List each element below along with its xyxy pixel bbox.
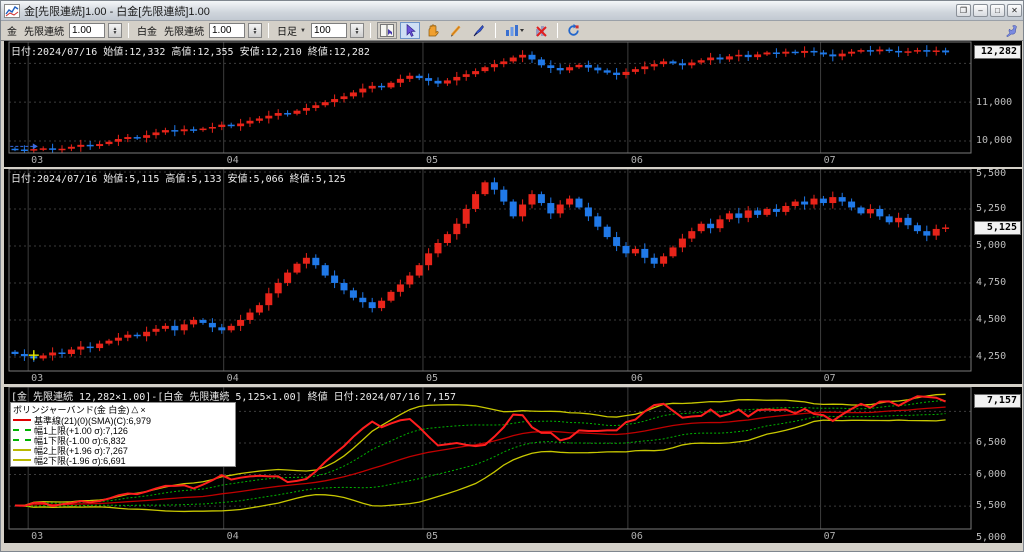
x-axis-label: 06 <box>630 155 643 166</box>
select-tool-button[interactable] <box>399 22 420 39</box>
platinum-current-price-box: 5,125 <box>974 221 1021 235</box>
legend-item: 幅2下限(-1.96 σ):6,691 <box>13 455 233 466</box>
x-axis-label: 04 <box>226 531 239 542</box>
sma-line-sample <box>13 419 31 421</box>
y-axis-label: 10,000 <box>976 135 1013 146</box>
x-axis-label: 07 <box>823 531 836 542</box>
chart-cursor-tool-button[interactable] <box>376 22 397 39</box>
platinum-chart-plot[interactable] <box>9 169 971 371</box>
x-axis-label: 03 <box>31 373 44 384</box>
legend-item-label: 幅2下限(-1.96 σ):6,691 <box>34 455 126 466</box>
x-axis-label: 05 <box>425 373 438 384</box>
platinum-multiplier-spinner[interactable]: ▲ ▼ <box>248 23 262 38</box>
y-axis-label: 5,500 <box>976 500 1007 511</box>
y-axis-label: 6,000 <box>976 469 1007 480</box>
pencil-icon <box>451 25 461 37</box>
pan-tool-button[interactable] <box>422 22 443 39</box>
band1-upper-line-sample <box>13 429 31 431</box>
gold-info-line: 日付:2024/07/16 始値:12,332 高値:12,355 安値:12,… <box>11 47 370 58</box>
timeframe-dropdown[interactable]: 日足 ▼ <box>275 23 308 39</box>
chart-cursor-icon <box>379 24 394 37</box>
bar-count-input[interactable]: 100 <box>310 23 347 38</box>
window-maximize-button[interactable]: □ <box>990 4 1005 17</box>
band2-upper-line-sample <box>13 449 31 451</box>
spread-header-line: [金 先限連続 12,282×1.00]-[白金 先限連続 5,125×1.00… <box>11 392 457 403</box>
y-axis-label: 4,500 <box>976 314 1007 325</box>
hand-icon <box>429 24 440 37</box>
bar-count-spinner[interactable]: ▲ ▼ <box>349 23 364 38</box>
spread-current-price-box: 7,157 <box>974 394 1021 408</box>
x-axis-label: 03 <box>31 155 44 166</box>
refresh-button[interactable] <box>563 22 584 39</box>
toolbar-separator <box>268 23 269 38</box>
gold-multiplier-input[interactable]: 1.00 <box>69 23 105 38</box>
x-axis-label: 04 <box>226 155 239 166</box>
platinum-symbol-label: 白金 <box>137 27 157 38</box>
y-axis-label: 5,000 <box>976 532 1007 543</box>
toolbar: 金 先限連続 1.00 ▲ ▼ 白金 先限連続 1.00 ▲ ▼ 日足 ▼ 100 … <box>1 21 1023 41</box>
delete-chart-icon <box>535 26 547 37</box>
pen-icon <box>474 25 485 37</box>
window-title: 金[先限連続]1.00 - 白金[先限連続]1.00 <box>24 5 210 18</box>
gold-current-price-box: 12,282 <box>974 45 1021 59</box>
window-bottom-border <box>4 543 1022 551</box>
settings-wrench-button[interactable] <box>1001 22 1021 39</box>
y-axis-label: 11,000 <box>976 97 1013 108</box>
band1-lower-line-sample <box>13 439 31 441</box>
x-axis-label: 07 <box>823 373 836 384</box>
chart-type-button[interactable] <box>501 22 528 39</box>
band2-lower-line-sample <box>13 459 31 461</box>
timeframe-label: 日足 <box>277 27 297 38</box>
draw-line-tool-button[interactable] <box>445 22 466 39</box>
bollinger-legend: ボリンジャーバンド(金 白金) △ × 基準線(21)(0)(SMA)(C):6… <box>10 402 236 467</box>
platinum-series-label: 先限連続 <box>164 27 204 38</box>
window-close-button[interactable]: ✕ <box>1007 4 1022 17</box>
gold-series-label: 先限連続 <box>24 27 64 38</box>
x-axis-label: 03 <box>31 531 44 542</box>
toolbar-separator <box>128 23 129 38</box>
app-icon <box>4 3 20 18</box>
window-float-button[interactable]: ❐ <box>956 4 971 17</box>
arrow-cursor-icon <box>406 24 416 37</box>
y-axis-label: 4,250 <box>976 351 1007 362</box>
titlebar[interactable]: 金[先限連続]1.00 - 白金[先限連続]1.00 ❐ – □ ✕ <box>1 1 1023 21</box>
toolbar-separator <box>494 23 496 38</box>
app-window: 日付:2024/07/16 始値:12,332 高値:12,355 安値:12,… <box>0 0 1024 552</box>
y-axis-label: 5,250 <box>976 203 1007 214</box>
x-axis-label: 05 <box>425 531 438 542</box>
platinum-multiplier-input[interactable]: 1.00 <box>209 23 245 38</box>
bar-chart-icon <box>505 25 524 36</box>
x-axis-label: 06 <box>630 531 643 542</box>
x-axis-label: 04 <box>226 373 239 384</box>
gold-multiplier-spinner[interactable]: ▲ ▼ <box>108 23 122 38</box>
x-axis-label: 07 <box>823 155 836 166</box>
delete-indicator-button[interactable] <box>530 22 551 39</box>
x-axis-label: 05 <box>425 155 438 166</box>
y-axis-label: 6,500 <box>976 437 1007 448</box>
wrench-icon <box>1005 25 1017 37</box>
toolbar-separator <box>556 23 558 38</box>
y-axis-label: 5,000 <box>976 240 1007 251</box>
chevron-down-icon: ▼ <box>300 27 306 34</box>
x-axis-label: 06 <box>630 373 643 384</box>
window-minimize-button[interactable]: – <box>973 4 988 17</box>
platinum-info-line: 日付:2024/07/16 始値:5,115 高値:5,133 安値:5,066… <box>11 174 346 185</box>
refresh-icon <box>568 24 580 36</box>
annotate-tool-button[interactable] <box>468 22 489 39</box>
y-axis-label: 5,500 <box>976 168 1007 179</box>
toolbar-separator <box>369 23 371 38</box>
y-axis-label: 4,750 <box>976 277 1007 288</box>
gold-symbol-label: 金 <box>7 27 17 38</box>
gold-chart-plot[interactable] <box>9 42 971 153</box>
